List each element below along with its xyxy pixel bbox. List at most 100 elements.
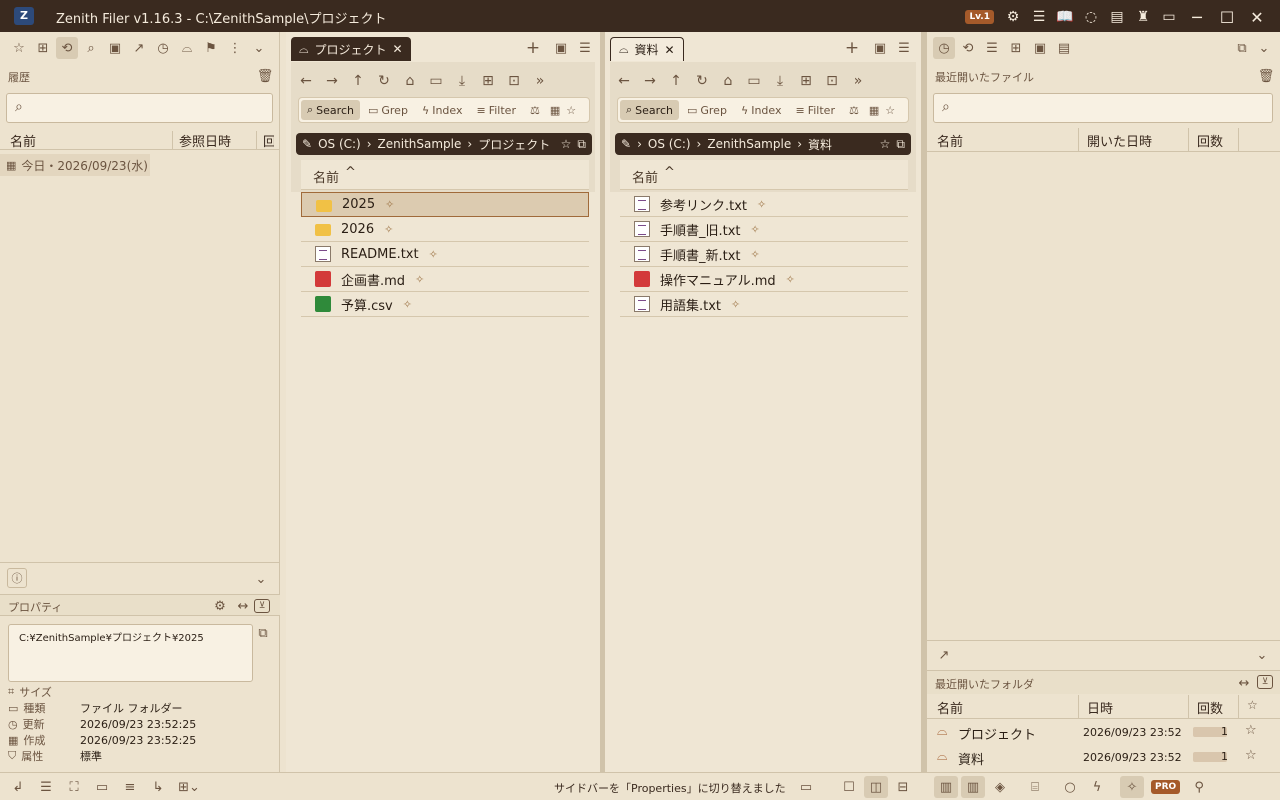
chevron-down-icon[interactable]: ⌄ (1251, 644, 1273, 666)
grep-tool[interactable]: ▭ Grep (362, 101, 414, 120)
terminal-icon[interactable]: ▣ (869, 37, 891, 59)
column-name[interactable]: 名前 (632, 167, 658, 186)
briefcase-icon[interactable]: ▤ (1053, 37, 1075, 59)
compare-icon[interactable]: ⚖ (843, 101, 865, 120)
menu-icon[interactable]: ☰ (1028, 6, 1050, 28)
filter-tool[interactable]: ≡ Filter (790, 101, 841, 120)
single-pane-icon[interactable]: ☐ (837, 776, 861, 798)
column-name[interactable]: 名前 (937, 131, 963, 150)
file-row[interactable]: 2026 ✧ (301, 217, 589, 242)
tree-icon[interactable]: ⊞ (32, 37, 54, 59)
copy-icon[interactable]: ⧉ (896, 137, 905, 152)
edit-path-icon[interactable]: ✎ (302, 137, 312, 151)
new-file-icon[interactable]: ⊡ (820, 70, 844, 92)
tab-materials[interactable]: ⌓ 資料 ✕ (610, 37, 684, 61)
search-list-icon[interactable]: ☰ (981, 37, 1003, 59)
redirect-icon[interactable]: ↳ (146, 776, 170, 798)
trend-icon[interactable]: ↗ (128, 37, 150, 59)
star-icon[interactable]: ☆ (883, 101, 897, 120)
layers-icon[interactable]: ◈ (988, 776, 1012, 798)
star-icon[interactable]: ☆ (561, 137, 572, 151)
trash-icon[interactable]: 🗑 (254, 65, 276, 87)
expand-horizontal-icon[interactable]: ↔ (232, 595, 254, 617)
sparkle-icon[interactable]: ✧ (429, 248, 438, 261)
breadcrumb-item[interactable]: ZenithSample (707, 137, 791, 151)
copy-icon[interactable]: ⧉ (577, 137, 586, 152)
maximize-button[interactable]: ☐ (1214, 6, 1240, 28)
star-icon[interactable]: ☆ (1245, 723, 1257, 738)
sparkle-icon[interactable]: ✧ (415, 273, 424, 286)
sparkle-icon[interactable]: ✧ (1120, 776, 1144, 798)
copy-icon[interactable]: ⧉ (252, 622, 274, 644)
column-opened-date[interactable]: 開いた日時 (1087, 131, 1152, 150)
settings-icon[interactable]: ⚙ (1002, 6, 1024, 28)
trend-icon[interactable]: ↗ (933, 644, 955, 666)
new-file-icon[interactable]: ⊡ (502, 70, 526, 92)
book-icon[interactable]: 📖 (1054, 6, 1076, 28)
star-icon[interactable]: ☆ (1247, 698, 1258, 712)
list-icon[interactable]: ☰ (574, 37, 596, 59)
star-icon[interactable]: ☆ (1245, 748, 1257, 763)
column-count[interactable]: 回 (256, 131, 274, 150)
file-row[interactable]: 参考リンク.txt ✧ (620, 192, 908, 217)
breadcrumb-item[interactable]: 資料 (808, 136, 832, 153)
more-chevrons-icon[interactable]: » (846, 70, 870, 92)
circle-icon[interactable]: ○ (1058, 776, 1082, 798)
file-row[interactable]: 企画書.md ✧ (301, 267, 589, 292)
column-count[interactable]: 回数 (1197, 698, 1223, 717)
chevron-down-icon[interactable]: ⌄ (248, 37, 270, 59)
column-name[interactable]: 名前 (10, 131, 36, 150)
terminal-icon[interactable]: ▣ (550, 37, 572, 59)
feedback-icon[interactable]: ▭ (1158, 6, 1180, 28)
bookmark-icon[interactable]: ⚑ (200, 37, 222, 59)
drive-icon[interactable]: ⌓ (176, 37, 198, 59)
calendar-icon[interactable]: ▦ (867, 101, 881, 120)
up-icon[interactable]: ↑ (346, 70, 370, 92)
history-icon[interactable]: ⟲ (56, 37, 78, 59)
home-icon[interactable]: ⌂ (716, 70, 740, 92)
edit-path-icon[interactable]: ✎ (621, 137, 631, 151)
fullscreen-icon[interactable]: ⛶ (62, 776, 86, 798)
index-tool[interactable]: ϟ Index (416, 101, 469, 120)
pro-badge[interactable]: PRO (1151, 780, 1181, 794)
sparkle-icon[interactable]: ✧ (751, 248, 760, 261)
file-row[interactable]: 手順書_新.txt ✧ (620, 242, 908, 267)
home-icon[interactable]: ⌂ (398, 70, 422, 92)
desktop-icon[interactable]: ▭ (424, 70, 448, 92)
file-row[interactable]: 手順書_旧.txt ✧ (620, 217, 908, 242)
new-tab-icon[interactable]: + (522, 37, 544, 59)
history-group-row[interactable]: ▦ 今日・2026/09/23(水) (0, 154, 150, 176)
history-search-input[interactable]: ⌕ (6, 93, 273, 123)
search-icon[interactable]: ⌕ (80, 37, 102, 59)
panel-icon[interactable]: ▭ (90, 776, 114, 798)
notes-icon[interactable]: ▤ (1106, 6, 1128, 28)
index-tool[interactable]: ϟ Index (735, 101, 788, 120)
gear-icon[interactable]: ⚙ (209, 595, 231, 617)
expand-horizontal-icon[interactable]: ↔ (1233, 672, 1255, 694)
new-folder-icon[interactable]: ⊞ (476, 70, 500, 92)
level-badge[interactable]: Lv.1 (965, 10, 994, 24)
close-button[interactable]: ✕ (1244, 6, 1270, 28)
recent-folder-row[interactable]: ⌓ プロジェクト 2026/09/23 23:52 1 ☆ (927, 721, 1280, 745)
lightning-icon[interactable]: ϟ (1085, 776, 1109, 798)
right-sidebar-toggle-icon[interactable]: ▥ (961, 776, 985, 798)
refresh-icon[interactable]: ↻ (690, 70, 714, 92)
close-tab-icon[interactable]: ✕ (665, 43, 675, 57)
panel-toggle-icon[interactable]: ⊻ (1257, 675, 1273, 689)
clock-icon[interactable]: ◷ (152, 37, 174, 59)
history-icon[interactable]: ⟲ (957, 37, 979, 59)
return-icon[interactable]: ↲ (6, 776, 30, 798)
breadcrumb-item[interactable]: OS (C:) (648, 137, 691, 151)
trophy-icon[interactable]: ♜ (1132, 6, 1154, 28)
column-name[interactable]: 名前 (937, 698, 963, 717)
search-tool[interactable]: ⌕ Search (301, 100, 360, 120)
chat-icon[interactable]: ◌ (1080, 6, 1102, 28)
sparkle-icon[interactable]: ✧ (385, 198, 394, 211)
recent-folder-row[interactable]: ⌓ 資料 2026/09/23 23:52 1 ☆ (927, 746, 1280, 770)
document-icon[interactable]: ▭ (794, 776, 818, 798)
dual-pane-icon[interactable]: ◫ (864, 776, 888, 798)
pin-icon[interactable]: ⚲ (1187, 776, 1211, 798)
calendar-icon[interactable]: ▦ (548, 101, 562, 120)
file-row[interactable]: 用語集.txt ✧ (620, 292, 908, 317)
forward-icon[interactable]: → (320, 70, 344, 92)
